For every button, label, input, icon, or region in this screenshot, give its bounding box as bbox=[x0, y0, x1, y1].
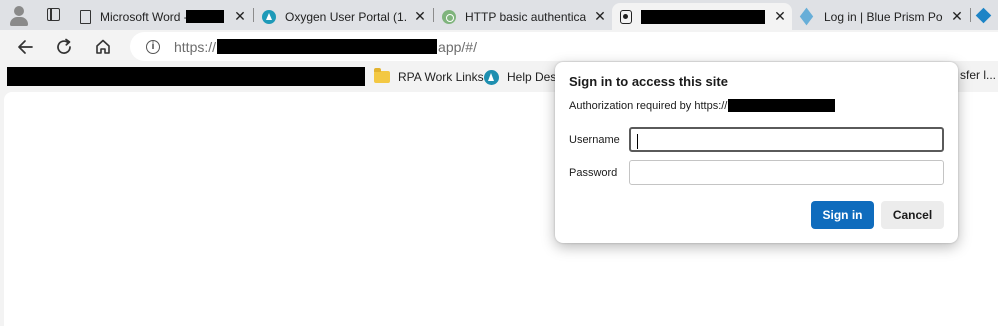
blue-prism-icon[interactable] bbox=[975, 7, 992, 24]
tab-strip: Microsoft Word - ✕ Oxygen User Portal (1… bbox=[0, 0, 998, 30]
authorization-text: Authorization required by https:// bbox=[569, 99, 728, 112]
oxygen-icon bbox=[262, 9, 276, 24]
tab-oxygen-user-portal[interactable]: Oxygen User Portal (1.2.0 ✕ bbox=[262, 3, 432, 30]
text-caret bbox=[637, 134, 638, 149]
tab-separator bbox=[253, 8, 254, 22]
tab-separator bbox=[433, 8, 434, 22]
tab-close-icon[interactable]: ✕ bbox=[414, 9, 426, 23]
address-url[interactable]: https:// app/#/ bbox=[174, 39, 477, 55]
blue-prism-icon bbox=[799, 10, 815, 24]
sign-in-button[interactable]: Sign in bbox=[811, 201, 874, 229]
tab-close-icon[interactable]: ✕ bbox=[594, 9, 606, 23]
favorite-label: RPA Work Links bbox=[398, 70, 484, 84]
redacted-text bbox=[217, 39, 438, 54]
tab-active-site[interactable]: ✕ bbox=[612, 3, 792, 30]
folder-icon bbox=[374, 68, 390, 83]
favorite-help-desk[interactable]: Help Desk bbox=[484, 68, 562, 86]
secure-page-icon bbox=[620, 9, 632, 24]
redacted-text bbox=[7, 67, 365, 86]
redacted-text bbox=[641, 9, 765, 24]
tab-title: Log in | Blue Prism Portal bbox=[824, 9, 943, 24]
dialog-subtitle: Authorization required by https:// bbox=[569, 99, 836, 112]
tab-close-icon[interactable]: ✕ bbox=[774, 9, 786, 23]
refresh-icon[interactable] bbox=[50, 33, 78, 61]
address-bar[interactable]: i https:// app/#/ bbox=[130, 32, 998, 61]
profile-avatar-icon[interactable] bbox=[6, 3, 32, 27]
password-input[interactable] bbox=[629, 160, 944, 185]
username-input[interactable] bbox=[629, 127, 944, 152]
tab-actions-menu-icon[interactable] bbox=[38, 5, 70, 25]
tab-close-icon[interactable]: ✕ bbox=[234, 9, 246, 23]
password-label: Password bbox=[569, 167, 618, 179]
help-desk-icon bbox=[484, 69, 499, 85]
username-label: Username bbox=[569, 134, 620, 146]
tab-title: HTTP basic authenticatio bbox=[465, 9, 586, 24]
sign-in-dialog: Sign in to access this site Authorizatio… bbox=[555, 62, 958, 243]
tab-separator bbox=[970, 8, 971, 22]
back-arrow-icon[interactable] bbox=[11, 33, 39, 61]
home-icon[interactable] bbox=[89, 33, 117, 61]
tab-title: Microsoft Word - bbox=[100, 9, 186, 24]
tab-http-basic-auth[interactable]: HTTP basic authenticatio ✕ bbox=[442, 3, 612, 30]
favorite-rpa-work-links[interactable]: RPA Work Links bbox=[374, 68, 484, 86]
browser-toolbar: i https:// app/#/ bbox=[0, 30, 998, 63]
favorite-partial[interactable]: sfer l... bbox=[960, 68, 996, 82]
tab-title: Oxygen User Portal (1.2.0 bbox=[285, 9, 406, 24]
site-info-icon[interactable]: i bbox=[146, 39, 160, 54]
url-suffix: app/#/ bbox=[438, 38, 477, 55]
http-icon bbox=[442, 9, 456, 24]
document-icon bbox=[80, 9, 91, 24]
tab-close-icon[interactable]: ✕ bbox=[951, 9, 963, 23]
tab-blue-prism-login[interactable]: Log in | Blue Prism Portal ✕ bbox=[799, 3, 969, 30]
cancel-button[interactable]: Cancel bbox=[881, 201, 944, 229]
redacted-text bbox=[728, 99, 836, 112]
dialog-title: Sign in to access this site bbox=[569, 74, 728, 89]
url-scheme: https:// bbox=[174, 38, 217, 55]
tab-microsoft-word[interactable]: Microsoft Word - ✕ bbox=[80, 3, 252, 30]
redacted-text bbox=[185, 10, 224, 23]
